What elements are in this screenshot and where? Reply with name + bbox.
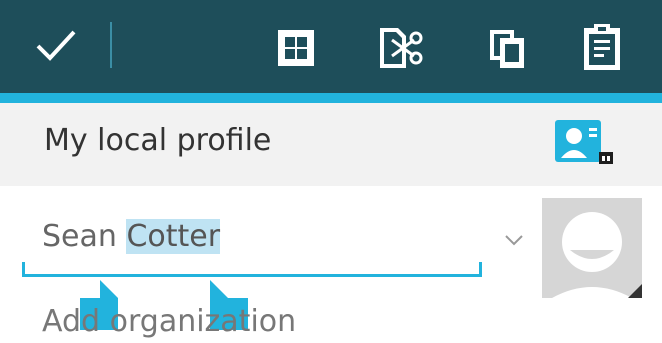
select-all-button[interactable] xyxy=(276,28,316,68)
paste-icon xyxy=(584,24,620,70)
paste-button[interactable] xyxy=(580,22,624,72)
contextual-action-bar xyxy=(0,0,662,93)
selected-text: Cotter xyxy=(126,219,221,254)
default-avatar-icon xyxy=(542,198,642,298)
name-input-underline xyxy=(22,262,482,277)
contact-card-icon xyxy=(553,118,615,166)
contact-edit-section: Sean Cotter Add organization xyxy=(0,186,662,343)
organization-input[interactable]: Add organization xyxy=(42,304,296,339)
toolbar-accent-bar xyxy=(0,93,662,103)
profile-header: My local profile xyxy=(0,103,662,186)
select-all-icon xyxy=(278,30,314,66)
toolbar-divider xyxy=(110,22,112,68)
cut-icon xyxy=(380,28,423,68)
profile-title: My local profile xyxy=(44,123,272,158)
copy-icon xyxy=(490,30,524,68)
cut-button[interactable] xyxy=(378,26,424,70)
copy-button[interactable] xyxy=(488,28,526,70)
done-button[interactable] xyxy=(30,20,82,72)
name-input[interactable]: Sean Cotter xyxy=(42,219,221,254)
name-text: Sean xyxy=(42,219,127,254)
chevron-down-icon[interactable] xyxy=(504,232,524,248)
contact-photo[interactable] xyxy=(542,198,642,298)
checkmark-icon xyxy=(36,30,76,61)
